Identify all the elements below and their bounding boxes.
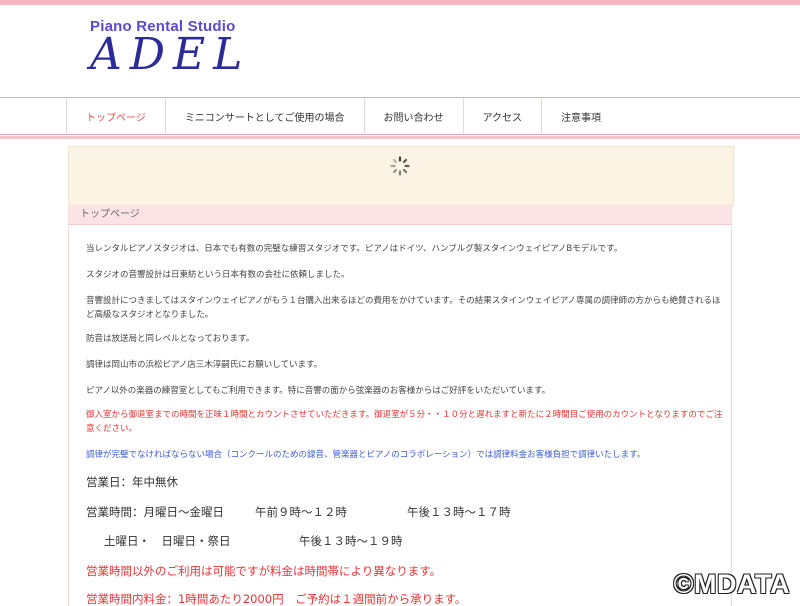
hours-weekday-am: 午前９時～１２時 (255, 505, 347, 519)
main-content: 当レンタルピアノスタジオは、日本でも有数の完璧な練習スタジオです。ピアノはドイツ… (68, 226, 732, 606)
notice-red-2: 営業時間内料金：1時間あたり2000円 ご予約は１週間前から承ります。 (86, 592, 467, 606)
paragraph: ピアノ以外の楽器の練習室としてもご利用できます。特に音響の面から弦楽器のお客様か… (86, 386, 551, 396)
watermark: ©MDATA (673, 569, 790, 599)
nav-item-notes[interactable]: 注意事項 (541, 98, 620, 134)
top-stripe (0, 0, 800, 5)
paragraph: 当レンタルピアノスタジオは、日本でも有数の完璧な練習スタジオです。ピアノはドイツ… (86, 244, 623, 254)
spinner-icon (390, 156, 410, 176)
hours-weekday-label: 営業時間：月曜日～金曜日 (86, 505, 224, 519)
nav-item-mini-concert[interactable]: ミニコンサートとしてご使用の場合 (164, 98, 364, 134)
notice-paragraph: 調律が完璧でなければならない場合（コンクールのための録音、管楽器とピアノのコラボ… (86, 450, 646, 460)
slideshow-area (68, 146, 734, 206)
site-logo[interactable]: Piano Rental Studio ADEL (90, 18, 250, 80)
paragraph: 防音は放送局と同レベルとなっております。 (86, 334, 255, 344)
paragraph: 音響設計につきましてはスタインウェイピアノがもう１台購入出来るほどの費用をかけて… (86, 296, 721, 320)
nav-item-top[interactable]: トップページ (66, 98, 165, 134)
logo-wordmark: ADEL (90, 29, 251, 80)
paragraph: 調律は岡山市の浜松ピアノ店三木淳嗣氏にお願いしています。 (86, 360, 323, 370)
hours-weekend-label: 土曜日・ 日曜日・祭日 (104, 534, 231, 548)
hours-weekday-pm: 午後１３時～１７時 (407, 505, 511, 519)
nav-item-contact[interactable]: お問い合わせ (363, 98, 463, 134)
notice-red: 営業時間以外のご利用は可能ですが料金は時間帯により異なります。 (86, 564, 442, 578)
nav-item-access[interactable]: アクセス (462, 98, 542, 134)
hours-weekend: 午後１３時～１９時 (299, 534, 403, 548)
main-nav: トップページ ミニコンサートとしてご使用の場合 お問い合わせ アクセス 注意事項 (0, 97, 800, 139)
business-days: 営業日：年中無休 (86, 475, 178, 489)
page-heading: トップページ (68, 205, 732, 225)
notice-paragraph: 御入室から御退室までの時間を正味１時間とカウントさせていただきます。御退室が５分… (86, 410, 723, 434)
paragraph: スタジオの音響設計は日東紡という日本有数の会社に依頼しました。 (86, 270, 350, 280)
